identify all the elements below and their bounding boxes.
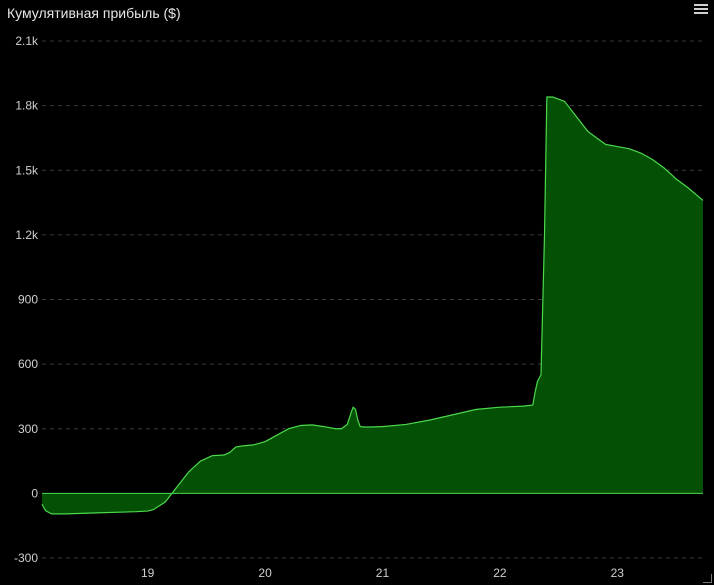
y-tick-label: -300: [14, 551, 38, 565]
y-tick-label: 1.5k: [15, 163, 39, 177]
x-tick-label: 20: [258, 566, 272, 580]
area-fill: [42, 97, 703, 514]
y-tick-label: 300: [18, 422, 38, 436]
x-tick-label: 23: [611, 566, 625, 580]
y-tick-label: 600: [18, 357, 38, 371]
y-tick-label: 1.8k: [15, 99, 39, 113]
resize-handle[interactable]: [703, 574, 712, 583]
x-tick-label: 19: [141, 566, 155, 580]
chart-svg: 2.1k 1.8k 1.5k 1.2k 900 600 300 0 -300 19 20 21 22 2…: [14, 34, 704, 580]
y-tick-label: 2.1k: [15, 34, 39, 48]
y-axis: 2.1k 1.8k 1.5k 1.2k 900 600 300 0 -300: [14, 34, 39, 565]
plot-area: [41, 96, 704, 515]
y-tick-label: 1.2k: [15, 228, 39, 242]
x-axis: 19 20 21 22 23: [141, 566, 624, 580]
chart-panel: Кумулятивная прибыль ($) 2.1k 1.8k 1.5k 1.2…: [0, 0, 714, 585]
y-tick-label: 0: [31, 486, 38, 500]
y-tick-label: 900: [18, 293, 38, 307]
x-tick-label: 22: [493, 566, 507, 580]
x-tick-label: 21: [376, 566, 390, 580]
